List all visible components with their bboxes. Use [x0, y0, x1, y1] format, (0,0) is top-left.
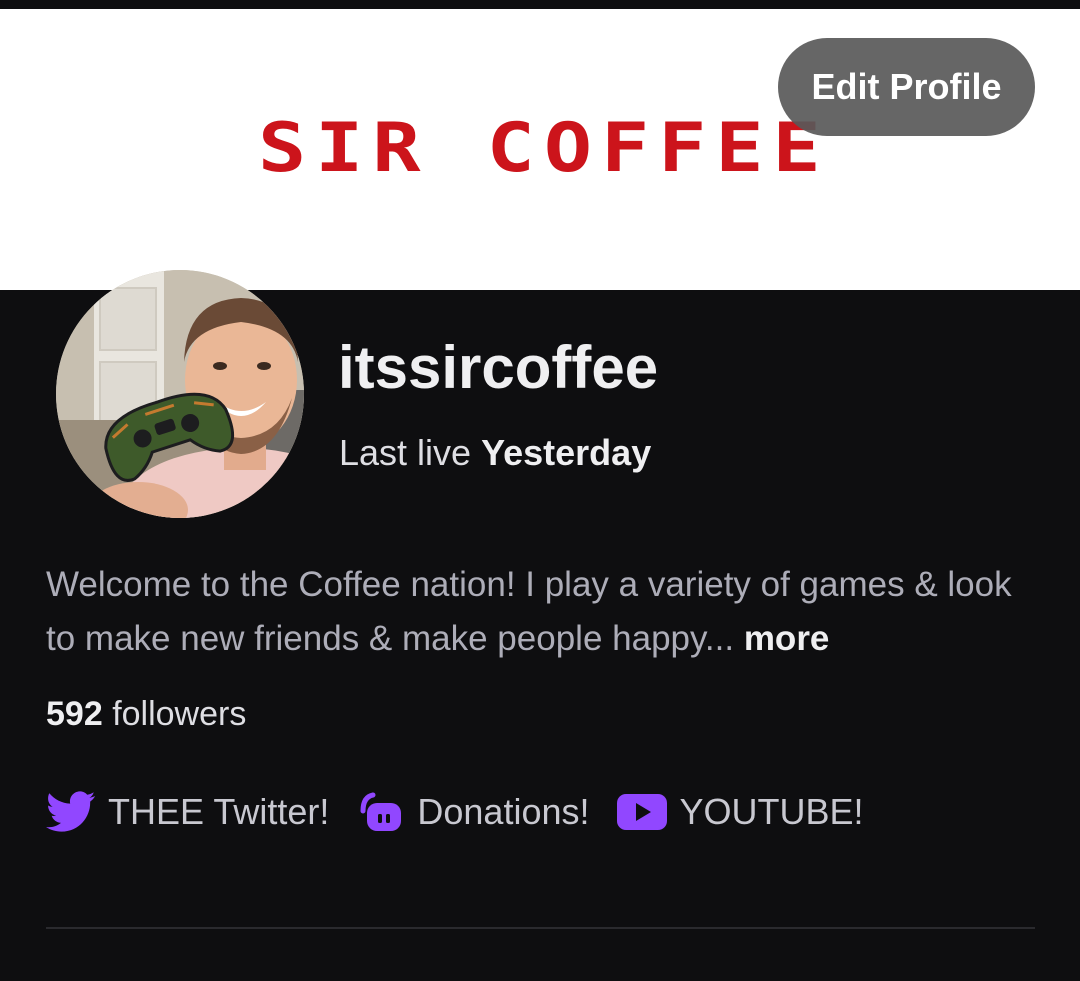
avatar[interactable] [56, 270, 304, 518]
banner-title: SIR COFFEE [258, 108, 830, 188]
last-live-status: Last live Yesterday [339, 430, 651, 476]
bio-more-link[interactable]: more [744, 619, 830, 658]
donations-link-label: Donations! [417, 791, 590, 832]
section-divider [46, 927, 1035, 929]
youtube-link-label: YOUTUBE! [679, 791, 864, 832]
followers-count: 592 followers [46, 692, 246, 736]
edit-profile-button[interactable]: Edit Profile [778, 38, 1035, 136]
twitter-link[interactable]: THEE Twitter! [46, 791, 329, 833]
last-live-label: Last live [339, 432, 472, 473]
top-bar [0, 0, 1080, 9]
channel-bio: Welcome to the Coffee nation! I play a v… [46, 558, 1046, 666]
channel-username: itssircoffee [338, 334, 659, 401]
last-live-value: Yesterday [481, 432, 652, 473]
followers-label: followers [112, 695, 247, 733]
youtube-link[interactable]: YOUTUBE! [616, 791, 864, 833]
avatar-photo [56, 270, 304, 518]
twitter-link-label: THEE Twitter! [108, 791, 330, 832]
followers-number: 592 [46, 695, 103, 733]
social-links: THEE Twitter! Donations! YOUTUBE! [46, 787, 864, 837]
donations-link[interactable]: Donations! [359, 791, 590, 833]
channel-profile-page: SIR COFFEE Edit Profile itssircoffee Las… [0, 0, 1080, 981]
twitter-icon [46, 791, 96, 833]
youtube-icon [616, 793, 668, 831]
bio-text: Welcome to the Coffee nation! I play a v… [46, 565, 1012, 658]
streamlabs-icon [359, 791, 405, 833]
